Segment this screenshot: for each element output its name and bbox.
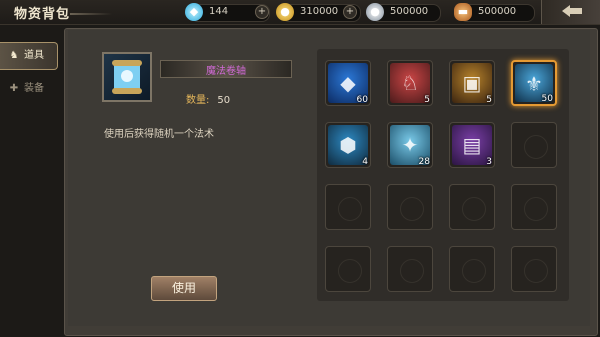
- golden-box-icon-glyph: ⬢: [339, 133, 357, 157]
- bread-value: 500000: [478, 6, 517, 17]
- empty-slot[interactable]: [449, 184, 495, 230]
- empty-slot-emblem: [524, 135, 548, 159]
- item-count: 4: [362, 157, 368, 167]
- inventory-slot-blue-crystal[interactable]: ◆ 60: [325, 60, 371, 106]
- item-name: 魔法卷轴: [206, 66, 246, 77]
- inventory-slot-golden-scroll[interactable]: ✦ 28: [387, 122, 433, 168]
- back-arrow-icon: [562, 5, 582, 17]
- empty-slot[interactable]: [449, 246, 495, 292]
- tab-items-label: 道具: [24, 50, 44, 61]
- inventory-slot-wolf-head[interactable]: ♘ 5: [387, 60, 433, 106]
- item-count: 5: [486, 95, 492, 105]
- bread-resource: ▬ 500000: [454, 3, 535, 22]
- item-quantity: 数量: 50: [186, 91, 230, 106]
- use-button[interactable]: 使用: [151, 276, 217, 301]
- gem-value: 144: [209, 6, 229, 17]
- inventory-slot-treasure-chest[interactable]: ▣ 5: [449, 60, 495, 106]
- item-count: 5: [424, 95, 430, 105]
- page-title: 物资背包: [14, 7, 71, 22]
- tab-equipment-label: 装备: [24, 83, 44, 94]
- inventory-slot-magic-scroll[interactable]: ⚜ 50: [511, 60, 557, 106]
- tab-equipment[interactable]: ✚ 装备: [0, 76, 58, 102]
- armor-icon: ✚: [9, 83, 19, 94]
- empty-slot-emblem: [524, 197, 548, 221]
- bread-icon: ▬: [454, 3, 472, 21]
- quantity-label: 数量:: [186, 95, 210, 106]
- quantity-value: 50: [217, 95, 231, 106]
- silver-resource: ● 500000: [366, 3, 441, 22]
- add-gem-button[interactable]: +: [255, 5, 269, 19]
- golden-scroll-icon-glyph: ✦: [401, 133, 419, 157]
- category-tabs: ♞ 道具 ✚ 装备: [0, 42, 58, 108]
- silver-coin-icon: ●: [366, 3, 384, 21]
- empty-slot-emblem: [462, 259, 486, 283]
- item-name-bar: 魔法卷轴: [160, 60, 292, 78]
- empty-slot[interactable]: [387, 184, 433, 230]
- inventory-slot-golden-chest[interactable]: ⬢ 4: [325, 122, 371, 168]
- empty-slot[interactable]: [325, 184, 371, 230]
- bag-icon: ♞: [9, 50, 19, 61]
- scroll-icon-glyph: ⚜: [525, 72, 543, 96]
- gold-coin-icon: ●: [276, 3, 294, 21]
- top-bar: 物资背包 ◆ 144 + ● 310000 + ● 500000 ▬ 50000…: [0, 0, 600, 25]
- tab-items[interactable]: ♞ 道具: [0, 42, 58, 70]
- item-count: 50: [541, 94, 553, 104]
- empty-slot-emblem: [338, 197, 362, 221]
- scroll-icon: [112, 60, 142, 94]
- empty-slot[interactable]: [511, 184, 557, 230]
- selected-item-icon: [102, 52, 152, 102]
- add-gold-button[interactable]: +: [343, 5, 357, 19]
- wolf-icon-glyph: ♘: [401, 71, 419, 95]
- item-count: 3: [486, 157, 492, 167]
- diamond-icon: ◆: [185, 3, 203, 21]
- item-description: 使用后获得随机一个法术: [104, 129, 214, 140]
- chest-icon-glyph: ▣: [462, 71, 482, 95]
- empty-slot-emblem: [400, 197, 424, 221]
- empty-slot[interactable]: [387, 246, 433, 292]
- empty-slot[interactable]: [325, 246, 371, 292]
- empty-slot-emblem: [524, 259, 548, 283]
- empty-slot[interactable]: [511, 246, 557, 292]
- back-button[interactable]: [541, 0, 600, 24]
- silver-value: 500000: [390, 6, 429, 17]
- item-count: 28: [418, 157, 430, 167]
- item-count: 60: [356, 95, 368, 105]
- inventory-slot-purple-book[interactable]: ▤ 3: [449, 122, 495, 168]
- empty-slot-emblem: [400, 259, 424, 283]
- crystal-icon-glyph: ◆: [340, 71, 356, 95]
- empty-slot[interactable]: [511, 122, 557, 168]
- gold-value: 310000: [300, 6, 339, 17]
- empty-slot-emblem: [338, 259, 362, 283]
- title-decoration: [70, 13, 112, 15]
- empty-slot-emblem: [462, 197, 486, 221]
- book-icon-glyph: ▤: [462, 133, 482, 157]
